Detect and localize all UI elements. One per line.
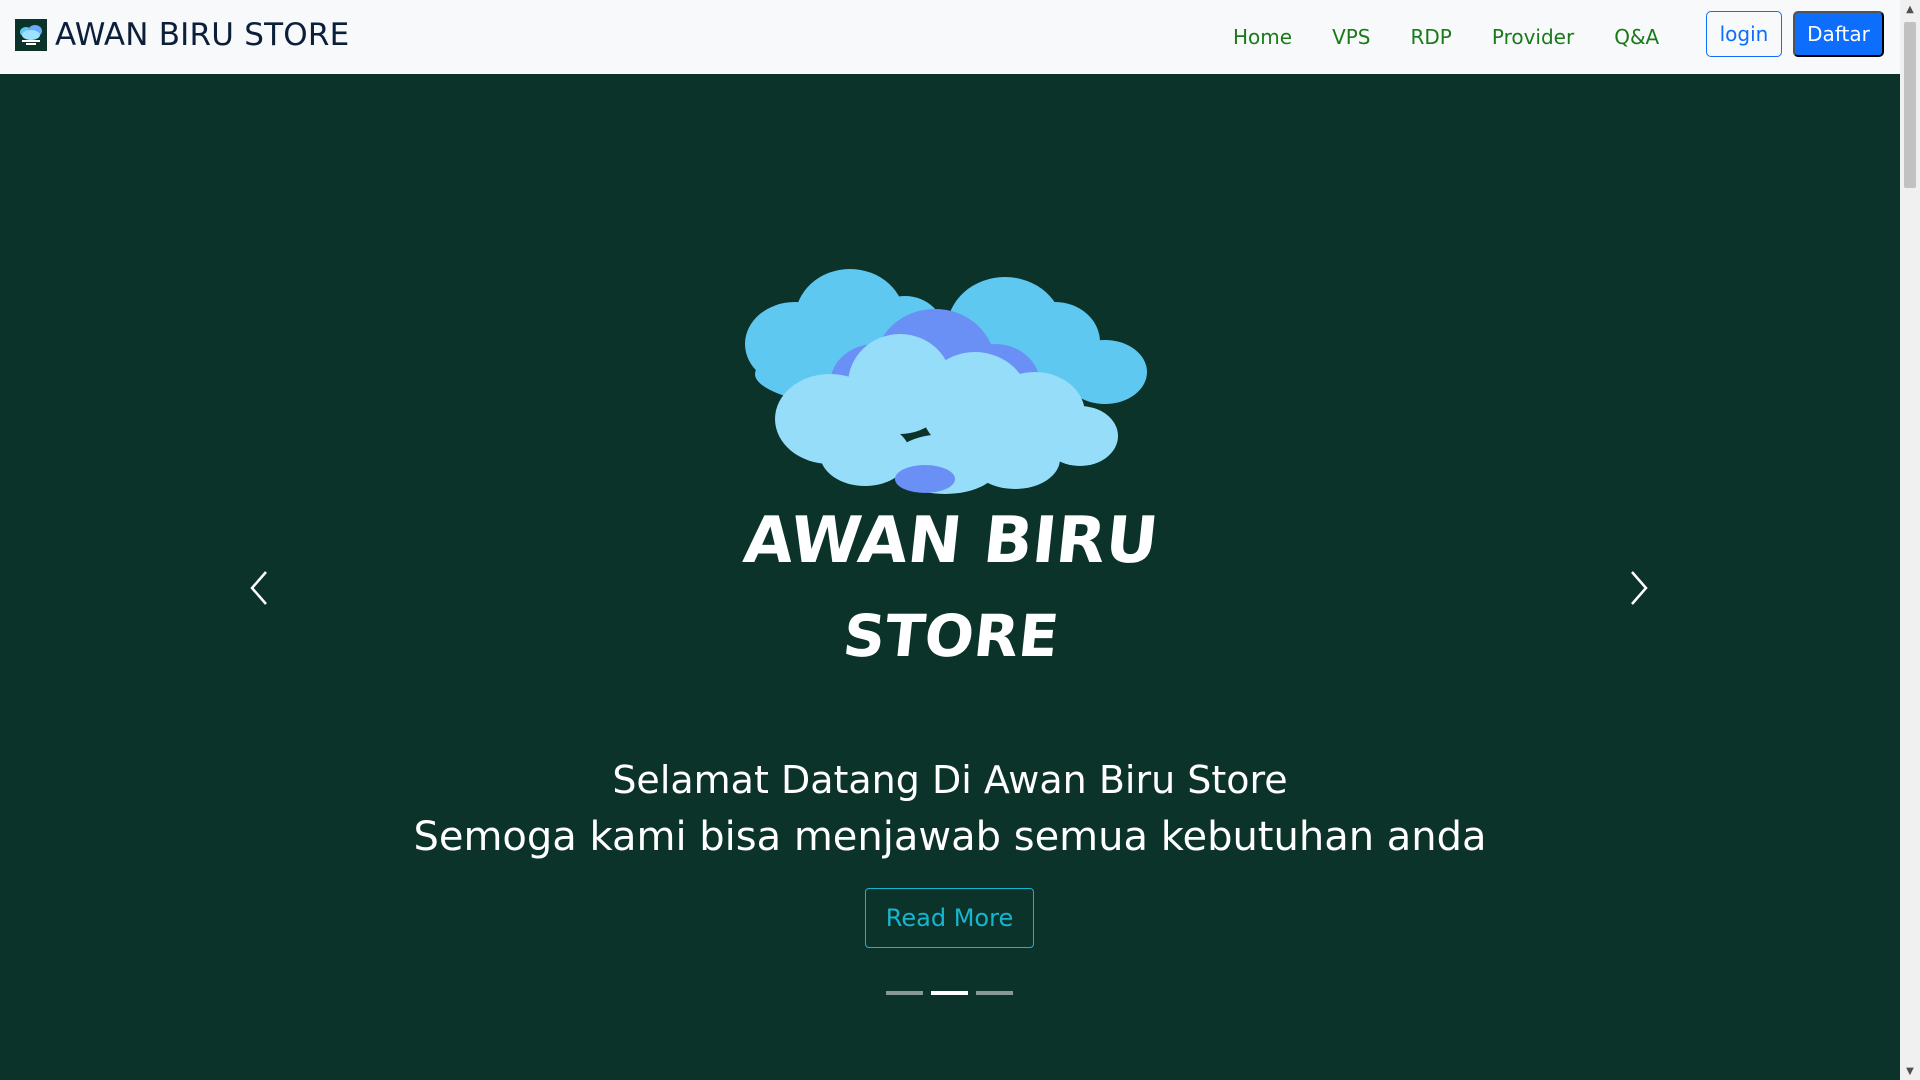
scroll-up-arrow-icon[interactable]: ▲ (1900, 0, 1920, 18)
brand[interactable]: AWAN BIRU STORE (15, 17, 349, 53)
page-scrollbar[interactable]: ▲ ▼ (1900, 0, 1920, 1080)
carousel-caption-title: Selamat Datang Di Awan Biru Store (612, 758, 1288, 802)
register-button[interactable]: Daftar (1793, 11, 1884, 57)
hero-carousel: AWAN BIRU STORE Selamat Datang Di Awan B… (0, 74, 1900, 1080)
carousel-indicator-3[interactable] (976, 991, 1013, 995)
nav-provider[interactable]: Provider (1492, 25, 1574, 49)
hero-logo: AWAN BIRU STORE (740, 269, 1162, 670)
scroll-down-arrow-icon[interactable]: ▼ (1900, 1062, 1920, 1080)
chevron-left-icon (250, 571, 267, 605)
carousel-indicator-1[interactable] (886, 991, 923, 995)
carousel-indicators (886, 991, 1021, 995)
nav-links: Home VPS RDP Provider Q&A (1233, 0, 1659, 74)
scroll-thumb[interactable] (1904, 22, 1916, 188)
read-more-button[interactable]: Read More (865, 888, 1034, 948)
navbar: AWAN BIRU STORE Home VPS RDP Provider Q&… (0, 0, 1900, 74)
hero-logo-line2: STORE (840, 602, 1062, 670)
nav-rdp[interactable]: RDP (1411, 25, 1452, 49)
hero-logo-line1: AWAN BIRU (740, 503, 1161, 578)
login-button[interactable]: login (1706, 11, 1782, 57)
chevron-right-icon (1631, 571, 1648, 605)
carousel-caption-subtitle: Semoga kami bisa menjawab semua kebutuha… (413, 814, 1487, 860)
brand-name[interactable]: AWAN BIRU STORE (55, 17, 349, 53)
brand-logo-icon (15, 19, 47, 51)
carousel-prev-button[interactable] (240, 558, 280, 618)
carousel-indicator-2[interactable] (931, 991, 968, 995)
nav-vps[interactable]: VPS (1332, 25, 1370, 49)
nav-home[interactable]: Home (1233, 25, 1292, 49)
cloud-illustration (745, 269, 1147, 494)
nav-qa[interactable]: Q&A (1614, 25, 1659, 49)
carousel-next-button[interactable] (1618, 558, 1658, 618)
